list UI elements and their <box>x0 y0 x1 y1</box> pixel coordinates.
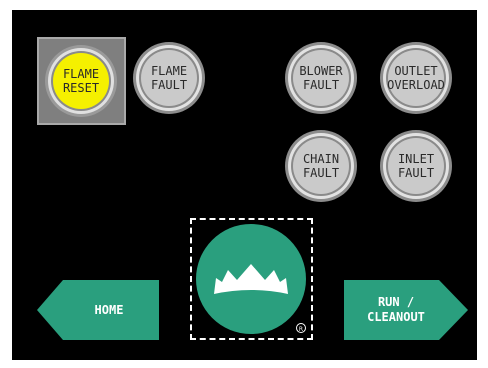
flame-reset-button[interactable]: FLAME RESET <box>43 43 119 119</box>
flame-fault-indicator: FLAME FAULT <box>131 40 207 116</box>
inlet-fault-line1: INLET <box>397 152 435 166</box>
crown-logo: R <box>196 224 306 334</box>
run-cleanout-button[interactable]: RUN / CLEANOUT <box>344 280 468 340</box>
run-cleanout-line1: RUN / <box>377 295 415 309</box>
outlet-overload-label: OUTLET OVERLOAD <box>378 40 454 116</box>
flame-reset-line2: RESET <box>62 81 100 95</box>
svg-text:R: R <box>299 326 303 333</box>
chain-fault-label: CHAIN FAULT <box>283 128 359 204</box>
outlet-overload-line2: OVERLOAD <box>387 78 445 92</box>
run-cleanout-line2: CLEANOUT <box>367 310 425 324</box>
inlet-fault-label: INLET FAULT <box>378 128 454 204</box>
outlet-overload-indicator: OUTLET OVERLOAD <box>378 40 454 116</box>
blower-fault-indicator: BLOWER FAULT <box>283 40 359 116</box>
chain-fault-line2: FAULT <box>302 166 340 180</box>
flame-fault-line1: FLAME <box>150 64 188 78</box>
blower-fault-line1: BLOWER <box>299 64 343 78</box>
flame-reset-line1: FLAME <box>62 67 100 81</box>
registered-icon: R <box>296 323 306 333</box>
flame-reset-label: FLAME RESET <box>43 43 119 119</box>
chain-fault-line1: CHAIN <box>302 152 340 166</box>
inlet-fault-line2: FAULT <box>397 166 435 180</box>
home-label: HOME <box>94 302 124 317</box>
flame-fault-label: FLAME FAULT <box>131 40 207 116</box>
flame-fault-line2: FAULT <box>150 78 188 92</box>
blower-fault-label: BLOWER FAULT <box>283 40 359 116</box>
outlet-overload-line1: OUTLET <box>394 64 438 78</box>
chain-fault-indicator: CHAIN FAULT <box>283 128 359 204</box>
home-button[interactable]: HOME <box>37 280 159 340</box>
inlet-fault-indicator: INLET FAULT <box>378 128 454 204</box>
crown-logo-button[interactable]: R <box>190 218 313 340</box>
blower-fault-line2: FAULT <box>302 78 340 92</box>
